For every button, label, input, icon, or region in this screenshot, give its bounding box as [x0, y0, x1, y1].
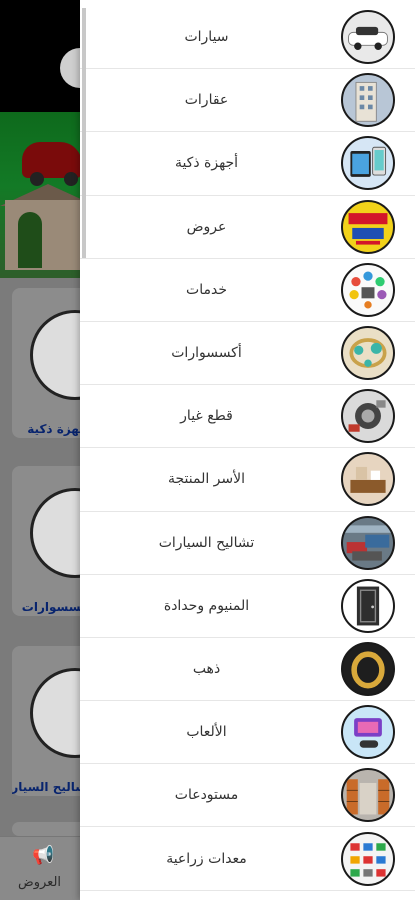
- category-card[interactable]: [12, 822, 80, 836]
- drawer-item-games[interactable]: الألعاب: [80, 701, 415, 765]
- drawer-scroll-indicator: [82, 8, 86, 258]
- drawer-menu: سيارات عقارات أجهزة ذكية عروض خدمات أكسس…: [80, 6, 415, 891]
- bottom-nav-offers-label[interactable]: العروض: [18, 875, 61, 890]
- megaphone-icon[interactable]: 📢: [32, 845, 54, 866]
- drawer-item-productive-families[interactable]: الأسر المنتجة: [80, 448, 415, 512]
- warehouse-icon: [341, 768, 395, 823]
- car-icon: [341, 10, 395, 65]
- drawer-item-spare-parts[interactable]: قطع غيار: [80, 385, 415, 449]
- drawer-item-label: الأسر المنتجة: [167, 471, 246, 488]
- drawer-item-offers[interactable]: عروض: [80, 196, 415, 259]
- drawer-item-agri-equipment[interactable]: معدات زراعية: [80, 827, 415, 891]
- smartphone-icon: [341, 136, 395, 191]
- banner-car-image: [22, 142, 82, 186]
- drawer-item-label: سيارات: [184, 29, 229, 46]
- drawer-item-label: معدات زراعية: [166, 850, 247, 867]
- drawer-item-label: عروض: [186, 218, 227, 235]
- drawer-item-smart-devices[interactable]: أجهزة ذكية: [80, 132, 415, 196]
- category-card[interactable]: أجهزة ذكية: [12, 288, 120, 438]
- category-card[interactable]: تشاليح السيارات: [12, 646, 120, 796]
- drawer-item-aluminium[interactable]: المنيوم وحدادة: [80, 575, 415, 638]
- drawer-item-label: أجهزة ذكية: [174, 155, 239, 172]
- scrap-cars-icon: [341, 515, 395, 570]
- drawer-item-cars[interactable]: سيارات: [80, 6, 415, 70]
- offers-icon: [341, 199, 395, 254]
- drawer-item-scrap-cars[interactable]: تشاليح السيارات: [80, 512, 415, 575]
- drawer-item-real-estate[interactable]: عقارات: [80, 69, 415, 133]
- drawer-item-label: قطع غيار: [180, 408, 233, 425]
- drawer-item-label: تشاليح السيارات: [158, 534, 255, 551]
- games-icon: [341, 705, 395, 760]
- drawer-item-label: خدمات: [186, 281, 227, 298]
- spare-parts-icon: [341, 389, 395, 444]
- category-card[interactable]: اكسسوارات: [12, 466, 120, 616]
- drawer-item-label: المنيوم وحدادة: [163, 597, 250, 614]
- services-icon: [341, 262, 395, 317]
- drawer-item-label: مستودعات: [174, 787, 239, 804]
- drawer-item-services[interactable]: خدمات: [80, 259, 415, 322]
- drawer-item-label: عقارات: [184, 92, 229, 109]
- gold-ring-icon: [341, 641, 395, 696]
- banner-palm-image: [18, 212, 42, 268]
- drawer-item-warehouses[interactable]: مستودعات: [80, 764, 415, 828]
- drawer-item-gold[interactable]: ذهب: [80, 638, 415, 702]
- drawer-item-label: الألعاب: [186, 724, 227, 741]
- bottom-nav: 📢 العروض: [0, 836, 80, 900]
- banner-house-image: [5, 200, 83, 270]
- drawer-item-accessories[interactable]: أكسسوارات: [80, 322, 415, 386]
- agri-equipment-icon: [341, 831, 395, 886]
- drawer-item-label: أكسسوارات: [171, 345, 242, 362]
- building-icon: [341, 73, 395, 128]
- aluminium-door-icon: [341, 578, 395, 633]
- bracelet-icon: [341, 326, 395, 381]
- drawer-item-label: ذهب: [192, 660, 221, 677]
- productive-families-icon: [341, 452, 395, 507]
- side-drawer: سيارات عقارات أجهزة ذكية عروض خدمات أكسس…: [80, 0, 415, 900]
